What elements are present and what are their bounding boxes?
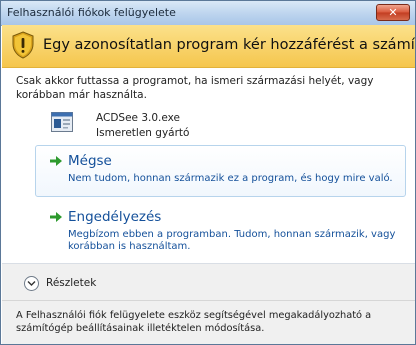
allow-description: Megbízom ebben a programban. Tudom, honn… (68, 229, 396, 252)
uac-shield-icon (12, 31, 34, 59)
close-button[interactable]: ✕ (376, 4, 410, 21)
allow-title: Engedélyezés (68, 209, 162, 225)
chevron-down-icon (24, 275, 39, 291)
cancel-title: Mégse (68, 153, 112, 169)
allow-option[interactable]: Engedélyezés Megbízom ebben a programban… (35, 201, 406, 252)
close-icon: ✕ (388, 6, 398, 19)
divider (2, 300, 415, 301)
window-title: Felhasználói fiókok felügyelete (7, 6, 176, 19)
details-toggle[interactable]: Részletek (24, 275, 96, 291)
banner-text: Egy azonosítatlan program kér hozzáférés… (43, 37, 416, 53)
program-name: ACDSee 3.0.exe (96, 112, 180, 124)
green-arrow-icon (50, 212, 62, 222)
details-section: Részletek A Felhasználói fiók felügyelet… (2, 264, 415, 344)
intro-text: Csak akkor futtassa a programot, ha isme… (16, 75, 374, 101)
cancel-description: Nem tudom, honnan származik ez a program… (68, 173, 393, 184)
footer-text: A Felhasználói fiók felügyelete eszköz s… (16, 310, 372, 334)
program-publisher: Ismeretlen gyártó (96, 127, 190, 139)
cancel-option[interactable]: Mégse Nem tudom, honnan származik ez a p… (35, 145, 406, 197)
application-icon (51, 112, 73, 132)
warning-banner: Egy azonosítatlan program kér hozzáférés… (2, 25, 415, 68)
details-label: Részletek (46, 277, 97, 289)
title-bar: Felhasználói fiókok felügyelete ✕ (1, 1, 415, 26)
uac-dialog: Felhasználói fiókok felügyelete ✕ Egy az… (0, 0, 416, 345)
green-arrow-icon (50, 156, 62, 166)
